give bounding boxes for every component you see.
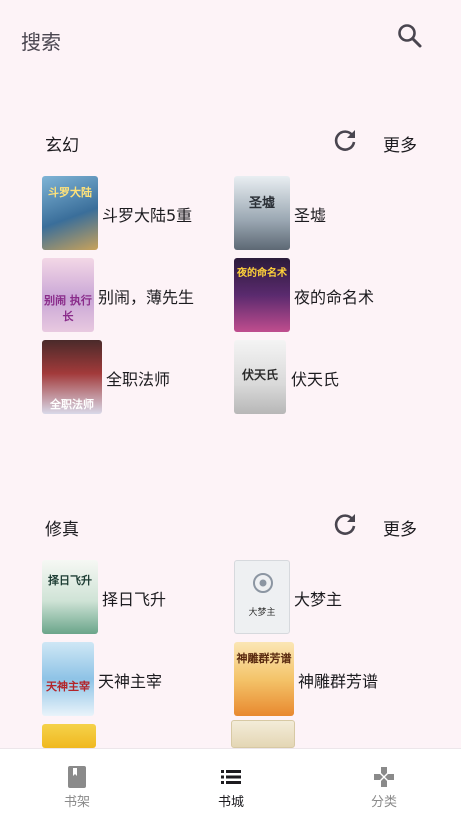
top-bar: 搜索 — [0, 0, 461, 76]
cover-title: 伏天氏 — [241, 368, 278, 382]
book-title: 夜的命名术 — [294, 288, 375, 307]
cover-title: 天神主宰 — [46, 680, 90, 693]
cover-title: 择日飞升 — [48, 574, 92, 587]
book-title: 斗罗大陆5重 — [102, 206, 193, 225]
book-icon — [68, 766, 86, 788]
more-button[interactable]: 更多 — [383, 515, 417, 540]
section-title: 玄幻 — [45, 136, 79, 156]
nav-bookstore[interactable]: 书城 — [154, 749, 308, 820]
book-item[interactable]: 夜的命名术 夜的命名术 — [234, 258, 404, 334]
section-xiuzhen: 修真 更多 择日飞升 择日飞升 大梦主 大梦主 天神主宰 天神主宰 神雕群芳谱 … — [0, 506, 461, 748]
book-cover: 择日飞升 — [42, 560, 98, 634]
book-item[interactable]: 别闹 执行长 别闹，薄先生 — [42, 258, 212, 334]
cover-title: 大梦主 — [248, 608, 276, 618]
nav-bookshelf[interactable]: 书架 — [0, 749, 154, 820]
section-xuanhuan: 玄幻 更多 斗罗大陆 斗罗大陆5重 圣墟 圣墟 别闹 执行长 别闹，薄先生 夜的… — [0, 122, 461, 422]
book-title: 圣墟 — [294, 206, 327, 225]
book-cover: 大梦主 — [234, 560, 290, 634]
app-root: 搜索 玄幻 更多 斗罗大陆 斗罗大陆5重 圣墟 圣墟 别闹 执行长 别闹，薄先生… — [0, 0, 461, 820]
section-title: 修真 — [45, 520, 79, 540]
cover-title: 斗罗大陆 — [48, 186, 92, 199]
book-item[interactable]: 圣墟 圣墟 — [234, 176, 404, 252]
book-item[interactable]: 择日飞升 择日飞升 — [42, 560, 212, 636]
book-title: 伏天氏 — [291, 370, 340, 389]
book-item[interactable]: 斗罗大陆 斗罗大陆5重 — [42, 176, 212, 252]
book-cover: 圣墟 — [234, 176, 290, 250]
book-cover — [231, 720, 295, 748]
section-header: 玄幻 更多 — [0, 122, 461, 162]
cover-title: 神雕群芳谱 — [236, 652, 292, 665]
nav-label: 书城 — [217, 795, 244, 810]
bottom-nav: 书架 书城 分类 — [0, 748, 461, 820]
refresh-button[interactable] — [331, 510, 359, 538]
book-item[interactable] — [231, 720, 295, 748]
book-cover — [42, 724, 96, 748]
nav-category[interactable]: 分类 — [307, 749, 461, 820]
search-button[interactable] — [394, 20, 426, 52]
refresh-button[interactable] — [331, 126, 359, 154]
search-icon — [398, 24, 422, 48]
section-header: 修真 更多 — [0, 506, 461, 546]
book-item[interactable]: 全职法师 全职法师 — [42, 340, 212, 416]
refresh-icon — [334, 514, 356, 535]
nav-label: 分类 — [370, 795, 397, 810]
book-cover: 伏天氏 — [234, 340, 286, 414]
list-icon — [221, 770, 241, 784]
book-cover: 斗罗大陆 — [42, 176, 98, 250]
cover-title: 圣墟 — [248, 196, 275, 211]
book-title: 全职法师 — [106, 370, 171, 389]
book-title: 别闹，薄先生 — [98, 288, 195, 307]
cover-title: 全职法师 — [50, 398, 94, 411]
book-title: 天神主宰 — [98, 672, 163, 691]
book-item[interactable]: 大梦主 大梦主 — [234, 560, 404, 636]
book-title: 神雕群芳谱 — [298, 672, 379, 691]
search-label[interactable]: 搜索 — [21, 26, 61, 55]
cover-title: 别闹 执行长 — [44, 294, 92, 323]
book-item[interactable]: 神雕群芳谱 神雕群芳谱 — [234, 642, 404, 718]
nav-label: 书架 — [63, 795, 90, 810]
book-cover: 夜的命名术 — [234, 258, 290, 332]
gamepad-icon — [374, 767, 394, 787]
book-cover: 全职法师 — [42, 340, 102, 414]
book-item[interactable]: 伏天氏 伏天氏 — [234, 340, 404, 416]
book-title: 择日飞升 — [102, 590, 167, 609]
book-cover: 别闹 执行长 — [42, 258, 94, 332]
book-item[interactable]: 天神主宰 天神主宰 — [42, 642, 212, 718]
book-cover: 神雕群芳谱 — [234, 642, 294, 716]
book-cover: 天神主宰 — [42, 642, 94, 716]
book-title: 大梦主 — [294, 590, 343, 609]
book-item[interactable] — [42, 724, 96, 748]
cover-title: 夜的命名术 — [237, 268, 287, 279]
refresh-icon — [334, 130, 356, 151]
more-button[interactable]: 更多 — [383, 131, 417, 156]
emblem-icon — [253, 573, 273, 593]
